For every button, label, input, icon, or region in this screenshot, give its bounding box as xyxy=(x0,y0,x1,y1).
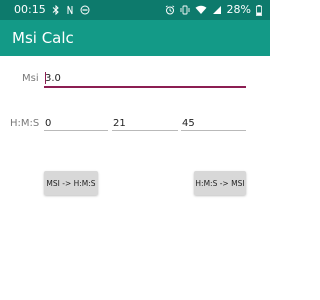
hms-label: H:M:S xyxy=(10,118,40,129)
nfc-icon xyxy=(66,5,74,15)
msi-input-underline xyxy=(44,86,246,88)
status-right: 28% xyxy=(165,0,262,20)
wifi-icon xyxy=(195,5,207,15)
text-cursor xyxy=(45,72,46,84)
minutes-input[interactable] xyxy=(112,116,178,130)
minutes-input-underline xyxy=(112,130,178,131)
app-bar: Msi Calc xyxy=(0,20,270,56)
seconds-input[interactable] xyxy=(181,116,246,130)
status-left: 00:15 xyxy=(14,0,90,20)
signal-icon xyxy=(212,5,222,15)
battery-percent: 28% xyxy=(226,3,251,16)
battery-icon xyxy=(256,4,262,16)
hours-input[interactable] xyxy=(44,116,108,130)
alarm-icon xyxy=(165,5,175,15)
msi-to-hms-button[interactable]: MSI -> H:M:S xyxy=(44,171,98,195)
msi-input[interactable] xyxy=(44,71,246,85)
hms-to-msi-button[interactable]: H:M:S -> MSI xyxy=(194,171,246,195)
vibrate-icon xyxy=(180,5,190,15)
seconds-input-underline xyxy=(181,130,246,131)
msi-label: Msi xyxy=(22,73,39,84)
bluetooth-icon xyxy=(52,5,60,15)
app-title: Msi Calc xyxy=(12,29,74,47)
status-time: 00:15 xyxy=(14,3,46,16)
do-not-disturb-icon xyxy=(80,5,90,15)
hours-input-underline xyxy=(44,130,108,131)
status-bar: 00:15 28% xyxy=(0,0,270,20)
